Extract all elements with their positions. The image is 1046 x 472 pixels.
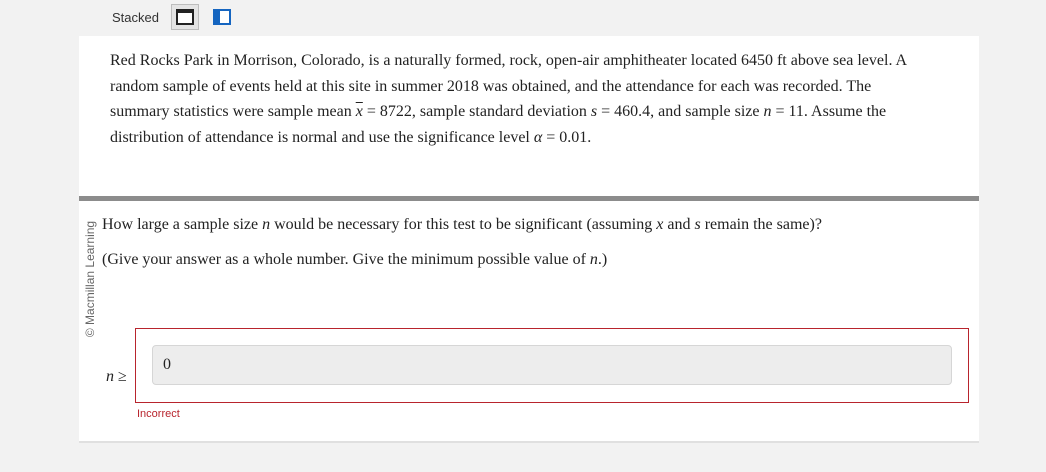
question-panel	[79, 201, 979, 443]
incorrect-status: Incorrect	[137, 408, 180, 420]
question-stem: Red Rocks Park in Morrison, Colorado, is…	[79, 36, 979, 196]
side-by-side-layout-button[interactable]	[208, 4, 236, 30]
answer-instructions: (Give your answer as a whole number. Giv…	[102, 251, 608, 268]
layout-toolbar: Stacked	[0, 0, 1046, 36]
sample-size-input[interactable]	[152, 345, 952, 385]
mean-symbol: x	[355, 103, 363, 120]
layout-mode-label: Stacked	[112, 10, 159, 25]
answer-label: n ≥	[106, 368, 127, 385]
side-by-side-layout-icon	[213, 9, 231, 25]
stem-text: Red Rocks Park in Morrison, Colorado, is…	[110, 52, 908, 146]
stacked-layout-button[interactable]	[171, 4, 199, 30]
stacked-layout-icon	[176, 9, 194, 25]
copyright-notice: © Macmillan Learning	[83, 220, 97, 338]
question-text: How large a sample size n would be neces…	[102, 216, 822, 233]
